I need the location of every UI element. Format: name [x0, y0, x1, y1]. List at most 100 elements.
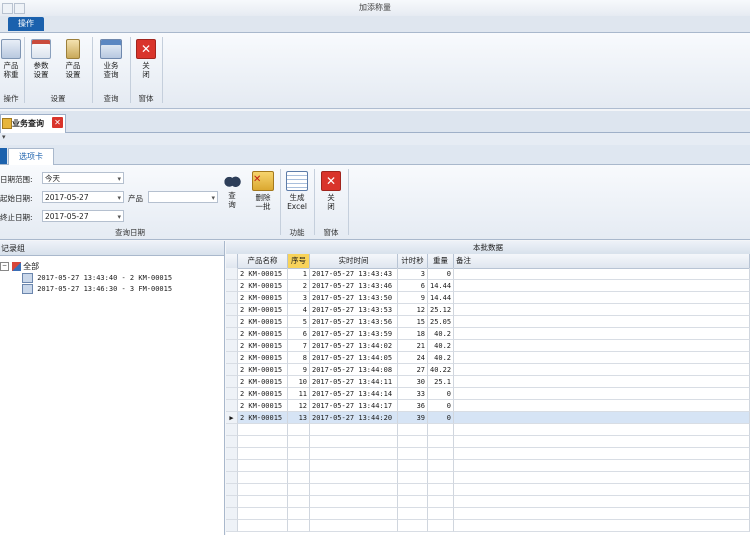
row-indicator[interactable]: [226, 364, 238, 376]
table-cell[interactable]: 2017-05-27 13:44:08: [310, 364, 398, 376]
query-button[interactable]: 查 询: [221, 171, 243, 209]
table-cell[interactable]: [454, 388, 750, 400]
chevron-down-icon[interactable]: ▾: [2, 133, 6, 141]
row-indicator[interactable]: [226, 340, 238, 352]
table-row[interactable]: 2 KM-00015 5 2017-05-27 13:43:56 15 25.05: [226, 316, 750, 328]
table-cell[interactable]: 25.05: [428, 316, 454, 328]
table-cell[interactable]: 2017-05-27 13:44:05: [310, 352, 398, 364]
table-cell[interactable]: 0: [428, 388, 454, 400]
column-header[interactable]: 产品名称: [238, 254, 288, 268]
table-cell[interactable]: 24: [398, 352, 428, 364]
product-select[interactable]: ▾: [148, 191, 218, 203]
table-cell[interactable]: 33: [398, 388, 428, 400]
product-weigh-button[interactable]: 产品 称重: [0, 39, 22, 79]
table-cell[interactable]: [454, 376, 750, 388]
doc-tab-close-icon[interactable]: ✕: [52, 117, 63, 128]
row-indicator[interactable]: [226, 424, 238, 436]
collapse-icon[interactable]: −: [0, 262, 9, 271]
table-cell[interactable]: [454, 292, 750, 304]
table-cell[interactable]: 2: [288, 280, 310, 292]
table-row[interactable]: 2 KM-00015 8 2017-05-27 13:44:05 24 40.2: [226, 352, 750, 364]
table-cell[interactable]: 40.2: [428, 340, 454, 352]
row-indicator[interactable]: [226, 520, 238, 532]
table-cell[interactable]: 2 KM-00015: [238, 304, 288, 316]
table-cell[interactable]: 6: [288, 328, 310, 340]
table-cell[interactable]: [454, 328, 750, 340]
table-cell[interactable]: 2 KM-00015: [238, 400, 288, 412]
table-cell[interactable]: [454, 304, 750, 316]
table-cell[interactable]: 2017-05-27 13:44:20: [310, 412, 398, 424]
table-cell[interactable]: 2017-05-27 13:43:50: [310, 292, 398, 304]
row-indicator[interactable]: [226, 352, 238, 364]
column-header[interactable]: 备注: [454, 254, 750, 268]
table-cell[interactable]: 36: [398, 400, 428, 412]
row-indicator[interactable]: [226, 328, 238, 340]
row-indicator[interactable]: [226, 472, 238, 484]
table-cell[interactable]: 40.2: [428, 328, 454, 340]
table-cell[interactable]: 8: [288, 352, 310, 364]
tree-item[interactable]: 2017-05-27 13:46:30 - 3 FM-00015: [22, 284, 172, 294]
column-header[interactable]: 重量: [428, 254, 454, 268]
table-row[interactable]: 2 KM-00015 9 2017-05-27 13:44:08 27 40.22: [226, 364, 750, 376]
table-cell[interactable]: 5: [288, 316, 310, 328]
ribbon-close-button[interactable]: ✕ 关 闭: [134, 39, 158, 79]
table-cell[interactable]: [454, 340, 750, 352]
table-cell[interactable]: [454, 364, 750, 376]
table-cell[interactable]: 9: [288, 364, 310, 376]
table-cell[interactable]: [454, 268, 750, 280]
table-cell[interactable]: 2 KM-00015: [238, 364, 288, 376]
table-cell[interactable]: 18: [398, 328, 428, 340]
table-cell[interactable]: 12: [398, 304, 428, 316]
table-cell[interactable]: 0: [428, 400, 454, 412]
table-cell[interactable]: 2 KM-00015: [238, 316, 288, 328]
table-cell[interactable]: 2 KM-00015: [238, 352, 288, 364]
table-cell[interactable]: 14.44: [428, 280, 454, 292]
row-indicator[interactable]: [226, 304, 238, 316]
table-cell[interactable]: 0: [428, 268, 454, 280]
row-indicator[interactable]: [226, 388, 238, 400]
table-cell[interactable]: 3: [398, 268, 428, 280]
ribbon-tab-operation[interactable]: 操作: [8, 17, 44, 31]
row-indicator[interactable]: [226, 268, 238, 280]
table-cell[interactable]: 13: [288, 412, 310, 424]
table-cell[interactable]: 2017-05-27 13:43:46: [310, 280, 398, 292]
table-cell[interactable]: 6: [398, 280, 428, 292]
table-row[interactable]: 2 KM-00015 10 2017-05-27 13:44:11 30 25.1: [226, 376, 750, 388]
table-cell[interactable]: 2 KM-00015: [238, 376, 288, 388]
table-cell[interactable]: 27: [398, 364, 428, 376]
column-header[interactable]: 序号: [288, 254, 310, 268]
row-indicator[interactable]: [226, 496, 238, 508]
tree-item[interactable]: 2017-05-27 13:43:40 - 2 KM-00015: [22, 273, 172, 283]
inner-app-icon[interactable]: [0, 148, 7, 164]
table-cell[interactable]: 2 KM-00015: [238, 292, 288, 304]
table-cell[interactable]: [454, 280, 750, 292]
table-cell[interactable]: [454, 412, 750, 424]
table-cell[interactable]: 40.2: [428, 352, 454, 364]
filter-close-button[interactable]: ✕ 关 闭: [318, 171, 344, 211]
table-cell[interactable]: 2017-05-27 13:44:02: [310, 340, 398, 352]
table-cell[interactable]: 9: [398, 292, 428, 304]
table-cell[interactable]: 25.12: [428, 304, 454, 316]
row-indicator[interactable]: [226, 280, 238, 292]
table-cell[interactable]: [454, 352, 750, 364]
start-date-field[interactable]: 2017-05-27 ▾: [42, 191, 124, 203]
table-cell[interactable]: 2017-05-27 13:44:11: [310, 376, 398, 388]
row-indicator[interactable]: ▶: [226, 412, 238, 424]
table-row[interactable]: 2 KM-00015 4 2017-05-27 13:43:53 12 25.12: [226, 304, 750, 316]
table-row[interactable]: 2 KM-00015 11 2017-05-27 13:44:14 33 0: [226, 388, 750, 400]
table-cell[interactable]: 30: [398, 376, 428, 388]
table-row[interactable]: 2 KM-00015 6 2017-05-27 13:43:59 18 40.2: [226, 328, 750, 340]
table-cell[interactable]: 2017-05-27 13:44:17: [310, 400, 398, 412]
table-cell[interactable]: 25.1: [428, 376, 454, 388]
table-cell[interactable]: 1: [288, 268, 310, 280]
table-cell[interactable]: 4: [288, 304, 310, 316]
delete-batch-button[interactable]: ✕ 删除 一批: [250, 171, 276, 211]
row-indicator[interactable]: [226, 508, 238, 520]
table-cell[interactable]: 3: [288, 292, 310, 304]
table-cell[interactable]: 2 KM-00015: [238, 412, 288, 424]
table-cell[interactable]: 12: [288, 400, 310, 412]
table-row[interactable]: ▶ 2 KM-00015 13 2017-05-27 13:44:20 39 0: [226, 412, 750, 424]
row-indicator[interactable]: [226, 460, 238, 472]
product-settings-button[interactable]: 产品 设置: [60, 39, 86, 79]
table-row[interactable]: 2 KM-00015 7 2017-05-27 13:44:02 21 40.2: [226, 340, 750, 352]
